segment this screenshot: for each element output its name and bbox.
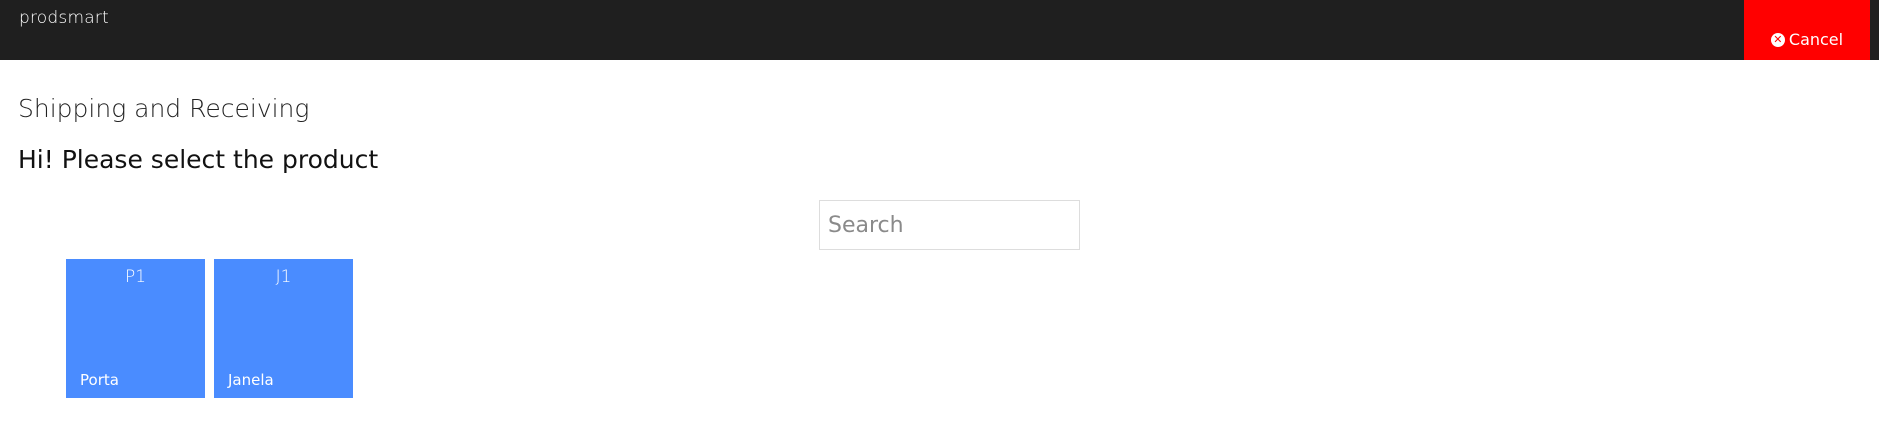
product-code: J1 (275, 267, 292, 287)
product-tile-j1[interactable]: J1 Janela (214, 259, 353, 398)
product-name: Janela (228, 371, 274, 389)
search-input[interactable] (819, 200, 1080, 250)
product-code: P1 (124, 267, 147, 287)
section-title: Shipping and Receiving (18, 94, 310, 123)
product-tile-p1[interactable]: P1 Porta (66, 259, 205, 398)
times-circle-icon: ✕ (1770, 32, 1785, 47)
top-bar: prodsmart ✕ Cancel (0, 0, 1879, 60)
product-name: Porta (80, 371, 119, 389)
cancel-button-label: Cancel (1788, 30, 1844, 49)
brand-logo: prodsmart (19, 8, 109, 28)
cancel-button[interactable]: ✕ Cancel (1744, 0, 1870, 60)
page-prompt: Hi! Please select the product (18, 145, 379, 174)
